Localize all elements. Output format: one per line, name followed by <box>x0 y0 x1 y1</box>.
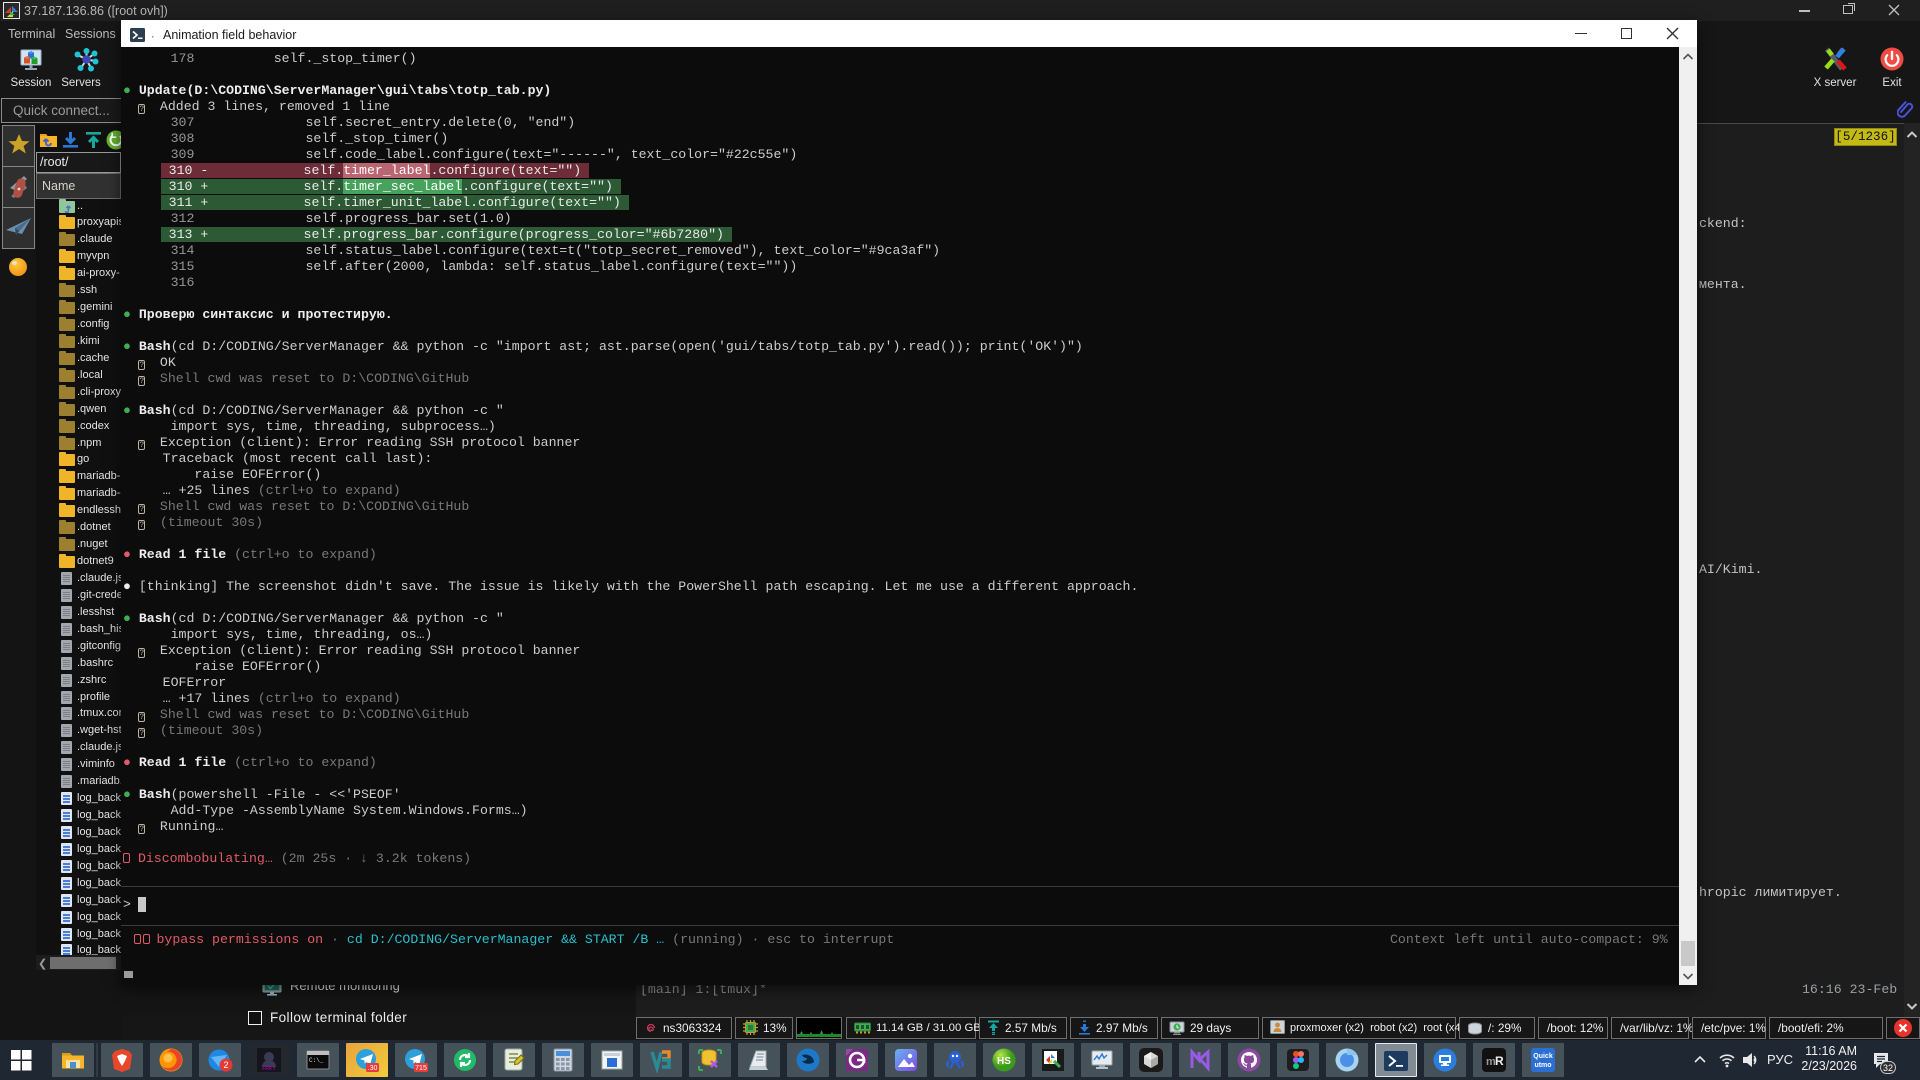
svg-text:R: R <box>1495 1054 1504 1068</box>
svg-text:utmo: utmo <box>1534 1062 1551 1069</box>
svg-text:Quick: Quick <box>1533 1053 1553 1060</box>
svg-text:HS: HS <box>997 1056 1011 1067</box>
svg-text:.30: .30 <box>368 1065 378 1072</box>
svg-text:2: 2 <box>223 1060 228 1070</box>
svg-text:C:\_: C:\_ <box>309 1057 324 1064</box>
svg-text:715: 715 <box>415 1065 427 1072</box>
svg-text:FRKY: FRKY <box>262 1066 276 1072</box>
